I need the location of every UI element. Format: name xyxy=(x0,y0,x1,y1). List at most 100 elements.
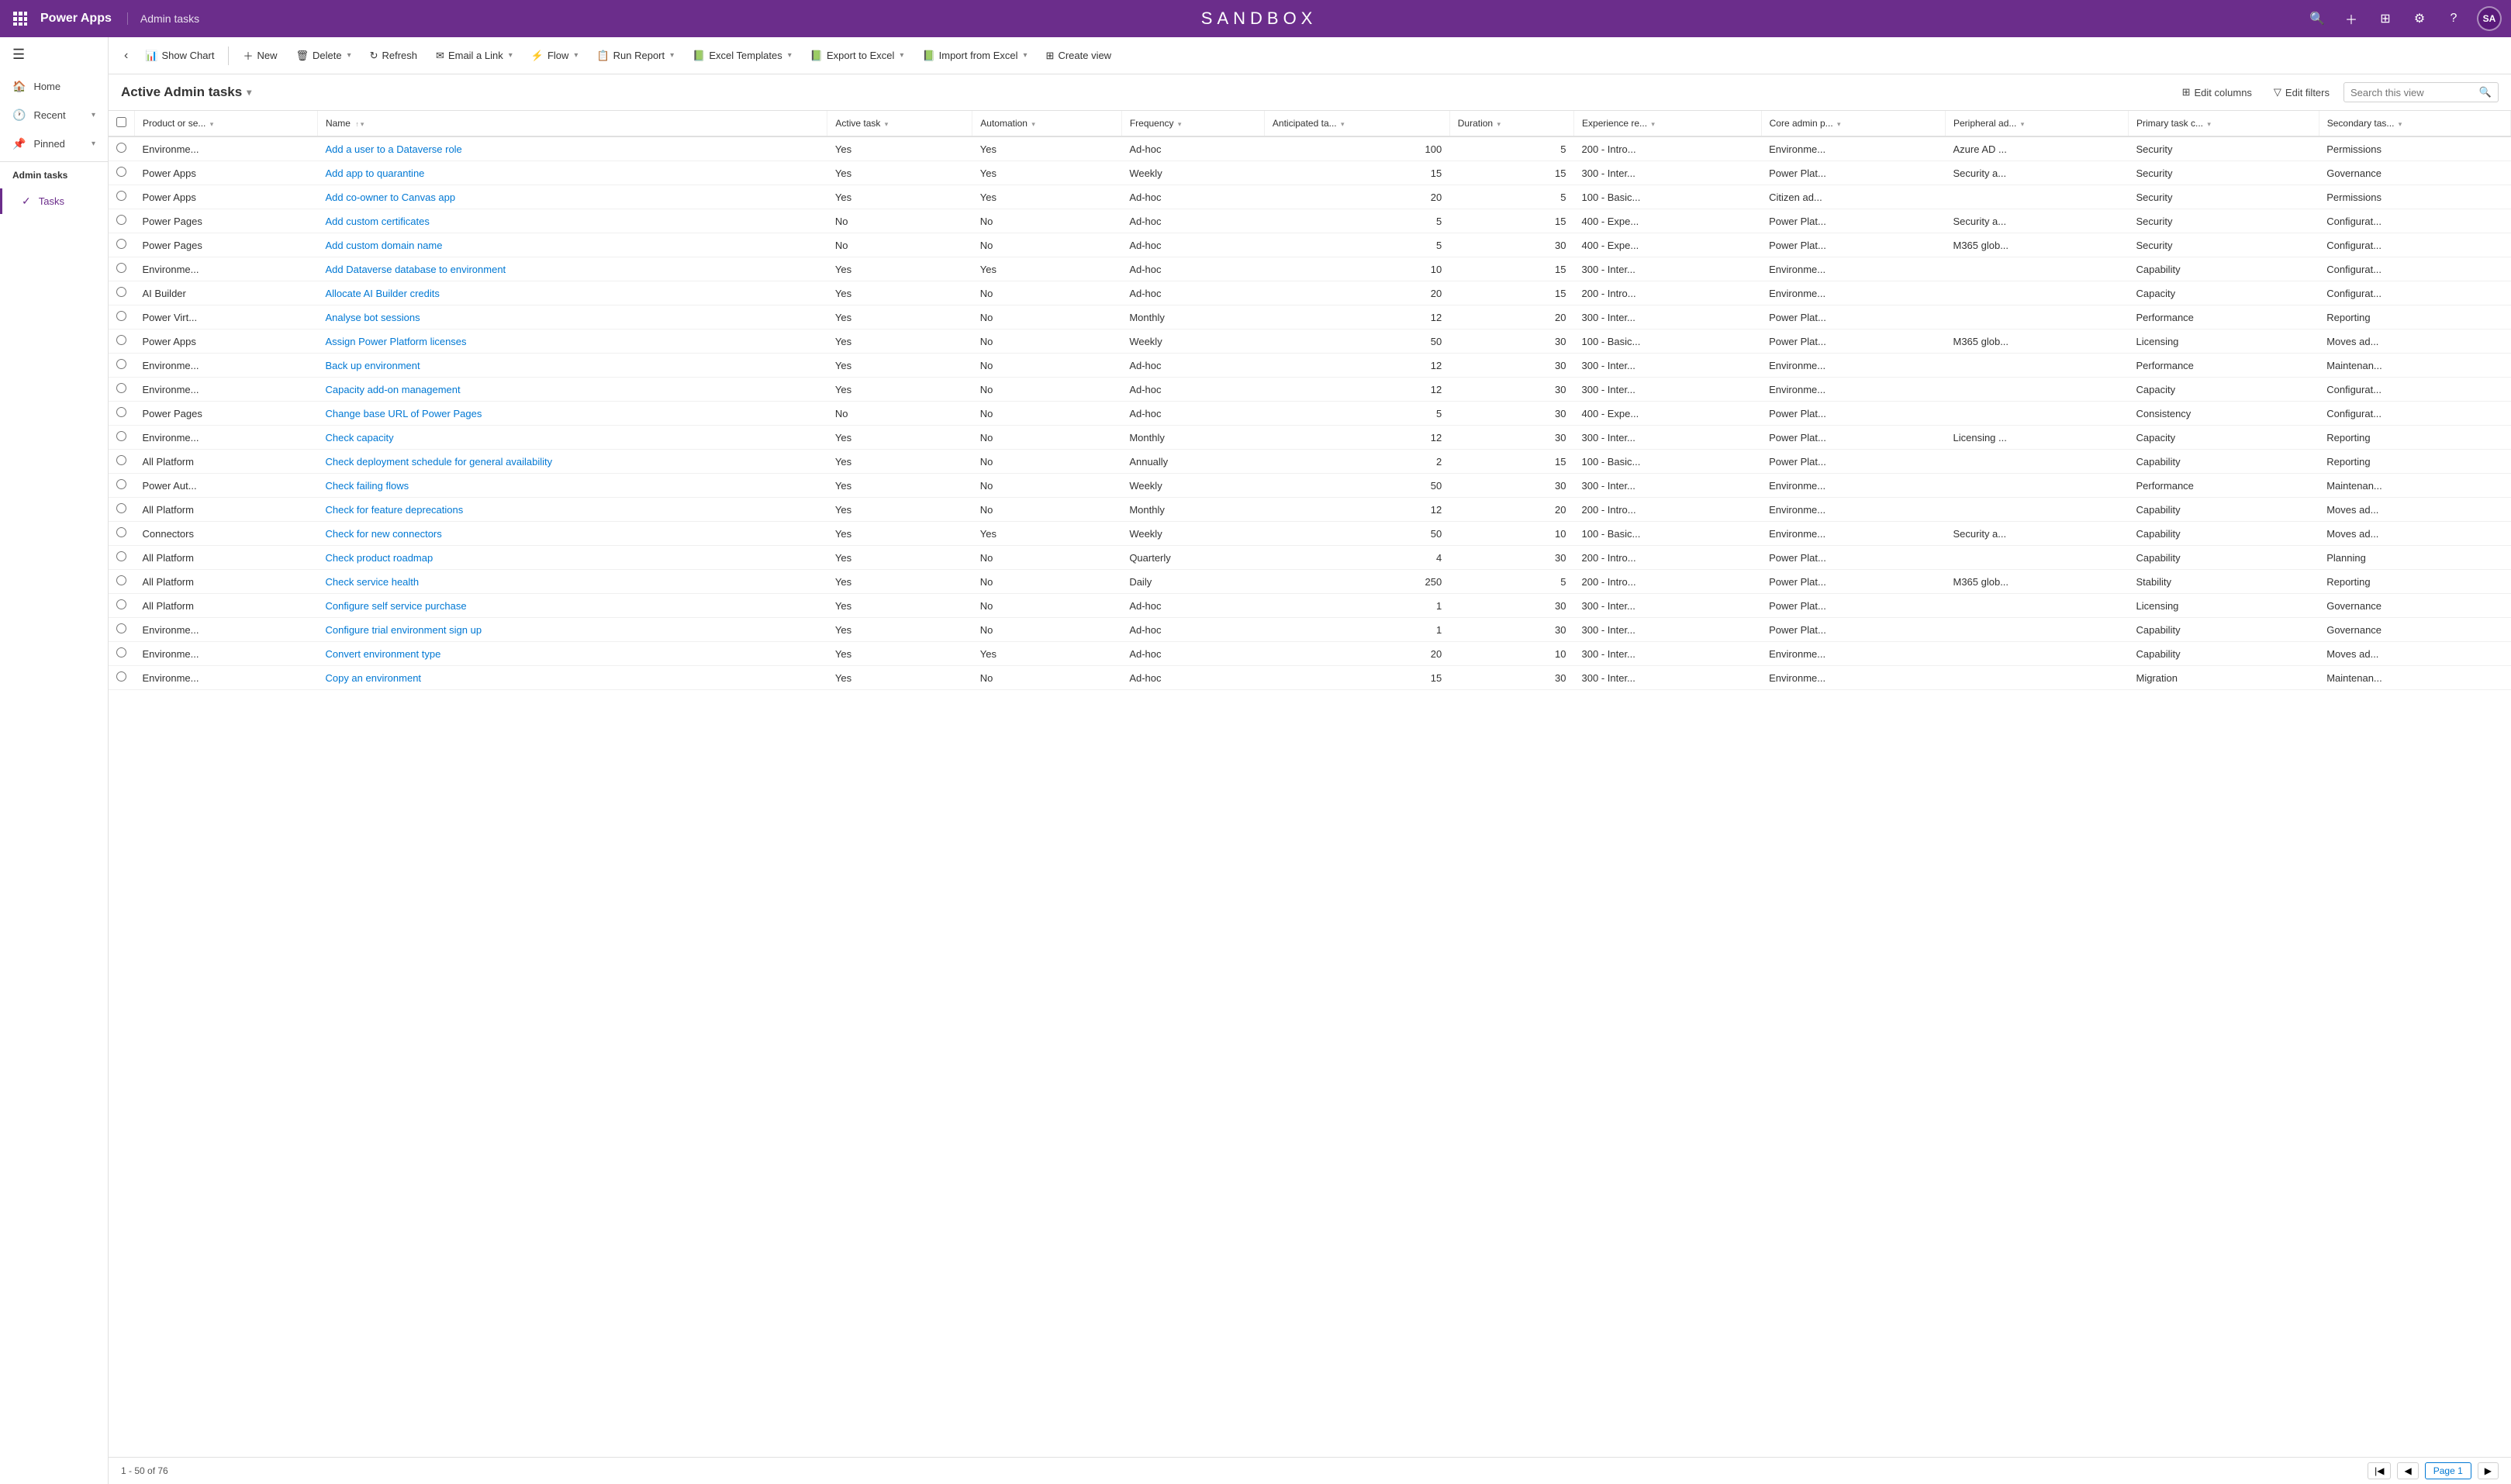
row-name-4[interactable]: Add custom domain name xyxy=(317,233,827,257)
row-name-20[interactable]: Configure trial environment sign up xyxy=(317,618,827,642)
col-peripheral[interactable]: Peripheral ad... ▾ xyxy=(1945,111,2128,136)
row-experience-11: 400 - Expe... xyxy=(1574,402,1762,426)
search-nav-icon[interactable]: 🔍 xyxy=(2306,8,2328,29)
row-name-10[interactable]: Capacity add-on management xyxy=(317,378,827,402)
row-radio-14[interactable] xyxy=(109,474,135,498)
row-radio-22[interactable] xyxy=(109,666,135,690)
sidebar-item-pinned[interactable]: 📌 Pinned ▾ xyxy=(0,129,108,158)
row-radio-15[interactable] xyxy=(109,498,135,522)
row-name-12[interactable]: Check capacity xyxy=(317,426,827,450)
row-radio-5[interactable] xyxy=(109,257,135,281)
filter-nav-icon[interactable]: ⊞ xyxy=(2375,8,2396,29)
show-chart-button[interactable]: 📊 Show Chart xyxy=(137,46,222,66)
row-name-1[interactable]: Add app to quarantine xyxy=(317,161,827,185)
import-excel-button[interactable]: 📗 Import from Excel ▾ xyxy=(914,46,1034,66)
row-radio-7[interactable] xyxy=(109,305,135,330)
row-primary-task-0: Security xyxy=(2128,136,2319,161)
row-name-6[interactable]: Allocate AI Builder credits xyxy=(317,281,827,305)
view-title-text: Active Admin tasks xyxy=(121,85,242,100)
email-link-button[interactable]: ✉ Email a Link ▾ xyxy=(428,46,520,66)
row-name-9[interactable]: Back up environment xyxy=(317,354,827,378)
row-radio-9[interactable] xyxy=(109,354,135,378)
row-radio-2[interactable] xyxy=(109,185,135,209)
row-radio-21[interactable] xyxy=(109,642,135,666)
flow-button[interactable]: ⚡ Flow ▾ xyxy=(523,46,586,66)
col-automation[interactable]: Automation ▾ xyxy=(972,111,1122,136)
search-input[interactable] xyxy=(2350,87,2475,98)
row-name-17[interactable]: Check product roadmap xyxy=(317,546,827,570)
row-radio-1[interactable] xyxy=(109,161,135,185)
row-radio-12[interactable] xyxy=(109,426,135,450)
row-radio-4[interactable] xyxy=(109,233,135,257)
col-frequency[interactable]: Frequency ▾ xyxy=(1121,111,1264,136)
row-radio-3[interactable] xyxy=(109,209,135,233)
export-excel-button[interactable]: 📗 Export to Excel ▾ xyxy=(803,46,912,66)
col-name[interactable]: Name ↑▾ xyxy=(317,111,827,136)
row-name-2[interactable]: Add co-owner to Canvas app xyxy=(317,185,827,209)
pinned-collapse-arrow: ▾ xyxy=(92,140,95,148)
row-name-11[interactable]: Change base URL of Power Pages xyxy=(317,402,827,426)
col-active-task[interactable]: Active task ▾ xyxy=(827,111,972,136)
waffle-icon[interactable] xyxy=(9,8,31,29)
sidebar-item-home[interactable]: 🏠 Home xyxy=(0,72,108,101)
row-name-14[interactable]: Check failing flows xyxy=(317,474,827,498)
col-duration[interactable]: Duration ▾ xyxy=(1449,111,1573,136)
row-name-21[interactable]: Convert environment type xyxy=(317,642,827,666)
add-nav-icon[interactable]: ＋ xyxy=(2340,8,2362,29)
col-experience[interactable]: Experience re... ▾ xyxy=(1574,111,1762,136)
row-radio-10[interactable] xyxy=(109,378,135,402)
row-radio-0[interactable] xyxy=(109,136,135,161)
col-primary-task[interactable]: Primary task c... ▾ xyxy=(2128,111,2319,136)
search-box[interactable]: 🔍 xyxy=(2343,82,2499,102)
row-name-22[interactable]: Copy an environment xyxy=(317,666,827,690)
next-page-button[interactable]: ▶ xyxy=(2478,1462,2499,1479)
row-name-16[interactable]: Check for new connectors xyxy=(317,522,827,546)
row-radio-19[interactable] xyxy=(109,594,135,618)
select-all-checkbox[interactable] xyxy=(116,117,126,127)
back-button[interactable]: ‹ xyxy=(118,45,134,67)
row-name-13[interactable]: Check deployment schedule for general av… xyxy=(317,450,827,474)
sidebar-item-recent[interactable]: 🕐 Recent ▾ xyxy=(0,101,108,129)
edit-filters-button[interactable]: ▽ Edit filters xyxy=(2266,82,2337,102)
row-radio-17[interactable] xyxy=(109,546,135,570)
row-radio-8[interactable] xyxy=(109,330,135,354)
row-name-0[interactable]: Add a user to a Dataverse role xyxy=(317,136,827,161)
sidebar-item-tasks[interactable]: ✓ Tasks xyxy=(0,188,108,214)
refresh-button[interactable]: ↻ Refresh xyxy=(362,46,425,66)
excel-templates-dropdown-arrow: ▾ xyxy=(788,51,792,60)
user-avatar[interactable]: SA xyxy=(2477,6,2502,31)
first-page-button[interactable]: |◀ xyxy=(2368,1462,2391,1479)
row-radio-16[interactable] xyxy=(109,522,135,546)
excel-templates-button[interactable]: 📗 Excel Templates ▾ xyxy=(685,46,800,66)
edit-columns-button[interactable]: ⊞ Edit columns xyxy=(2174,82,2260,102)
table-row: All Platform Check for feature deprecati… xyxy=(109,498,2511,522)
run-report-button[interactable]: 📋 Run Report ▾ xyxy=(589,46,682,66)
row-name-18[interactable]: Check service health xyxy=(317,570,827,594)
row-name-8[interactable]: Assign Power Platform licenses xyxy=(317,330,827,354)
row-radio-13[interactable] xyxy=(109,450,135,474)
row-active-task-15: Yes xyxy=(827,498,972,522)
row-name-3[interactable]: Add custom certificates xyxy=(317,209,827,233)
row-product-20: Environme... xyxy=(135,618,318,642)
row-name-19[interactable]: Configure self service purchase xyxy=(317,594,827,618)
col-secondary-task[interactable]: Secondary tas... ▾ xyxy=(2319,111,2510,136)
row-name-7[interactable]: Analyse bot sessions xyxy=(317,305,827,330)
row-name-5[interactable]: Add Dataverse database to environment xyxy=(317,257,827,281)
col-anticipated[interactable]: Anticipated ta... ▾ xyxy=(1264,111,1449,136)
row-radio-11[interactable] xyxy=(109,402,135,426)
row-radio-6[interactable] xyxy=(109,281,135,305)
row-radio-20[interactable] xyxy=(109,618,135,642)
sidebar-toggle[interactable]: ☰ xyxy=(0,37,108,72)
view-title-chevron[interactable]: ▾ xyxy=(247,87,251,98)
row-name-15[interactable]: Check for feature deprecations xyxy=(317,498,827,522)
help-nav-icon[interactable]: ? xyxy=(2443,8,2464,29)
row-radio-18[interactable] xyxy=(109,570,135,594)
delete-button[interactable]: 🗑 Delete ▾ xyxy=(288,46,358,66)
col-core-admin[interactable]: Core admin p... ▾ xyxy=(1761,111,1945,136)
settings-nav-icon[interactable]: ⚙ xyxy=(2409,8,2430,29)
create-view-button[interactable]: ⊞ Create view xyxy=(1038,46,1120,66)
row-duration-9: 30 xyxy=(1449,354,1573,378)
col-product[interactable]: Product or se... ▾ xyxy=(135,111,318,136)
new-button[interactable]: ＋ New xyxy=(235,44,285,67)
prev-page-button[interactable]: ◀ xyxy=(2397,1462,2418,1479)
